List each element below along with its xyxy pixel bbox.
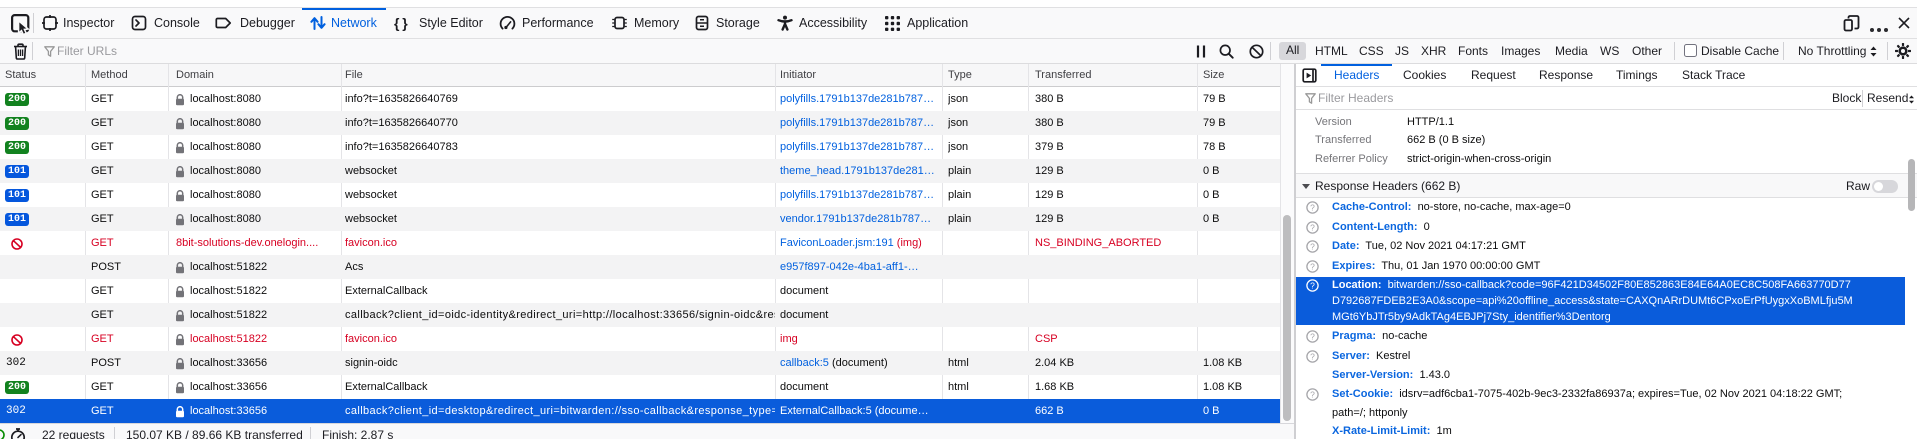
svg-text:?: ? [1310, 202, 1315, 212]
svg-text:?: ? [1310, 261, 1315, 271]
svg-text:?: ? [1310, 389, 1315, 399]
svg-text:?: ? [1310, 331, 1315, 341]
svg-text:?: ? [1310, 241, 1315, 251]
svg-text:?: ? [1310, 222, 1315, 232]
svg-text:?: ? [1310, 280, 1315, 290]
svg-text:?: ? [1310, 351, 1315, 361]
